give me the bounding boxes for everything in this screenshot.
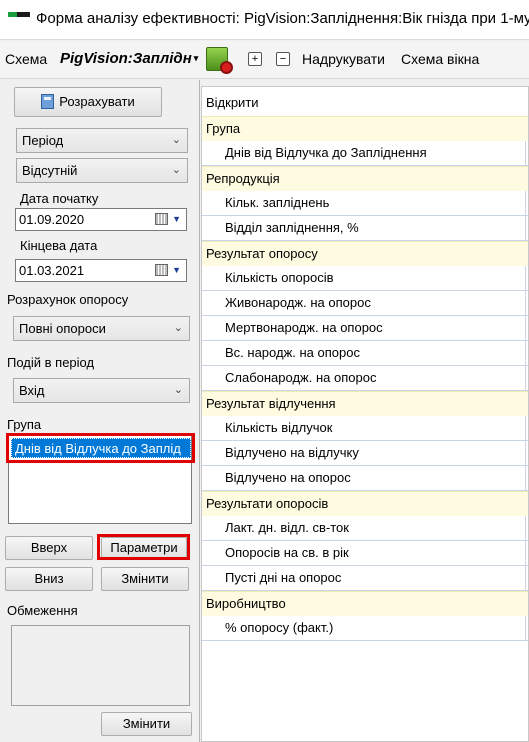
tree-parameter-item[interactable]: Слабонародж. на опорос	[202, 366, 528, 391]
tree-item-label: Опоросів на св. в рік	[225, 545, 349, 560]
toolbar: Схема PigVision:Заплідн ▾ + − Надрукувати…	[0, 41, 529, 79]
tree-parameter-item[interactable]: Днів від Відлучка до Запліднення	[202, 141, 528, 166]
end-date-label: Кінцева дата	[20, 238, 98, 253]
tree-group-header[interactable]: Результат опоросу	[202, 241, 528, 266]
chevron-down-icon: ⌄	[173, 322, 183, 334]
app-logo-icon	[8, 12, 30, 24]
tree-parameter-item[interactable]: Живонародж. на опорос	[202, 291, 528, 316]
up-button[interactable]: Вверх	[5, 536, 93, 560]
tree-group-header[interactable]: Результат відлучення	[202, 391, 528, 416]
down-button[interactable]: Вниз	[5, 567, 93, 591]
tree-item-label: Слабонародж. на опорос	[225, 370, 377, 385]
tree-parameter-item[interactable]: Відлучено на опорос	[202, 466, 528, 491]
events-select-value: Вхід	[19, 383, 45, 398]
chevron-down-icon: ▾	[193, 53, 199, 63]
tree-item-label: Кількість опоросів	[225, 270, 334, 285]
open-item[interactable]: Відкрити	[202, 91, 528, 116]
events-select[interactable]: Вхід ⌄	[13, 378, 190, 403]
right-panel: Відкрити Група Днів від Відлучка до Заплі…	[199, 80, 529, 742]
left-panel: Розрахувати Період ⌄ Відсутній ⌄ Дата по…	[0, 80, 198, 742]
tree-parameter-item[interactable]: Опоросів на св. в рік	[202, 541, 528, 566]
highlight-box-parameters	[97, 534, 190, 560]
tree-item-label: Кількість відлучок	[225, 420, 333, 435]
period-select-value: Період	[22, 133, 64, 148]
tree-item-label: Кільк. запліднень	[225, 195, 330, 210]
dropdown-arrow-icon[interactable]: ▼	[172, 260, 181, 281]
tree-item-label: Відлучено на опорос	[225, 470, 351, 485]
highlight-box-group	[6, 433, 195, 463]
absent-select-value: Відсутній	[22, 163, 78, 178]
tree-parameter-item[interactable]: Відлучено на відлучку	[202, 441, 528, 466]
tree-item-label: Вс. народж. на опорос	[225, 345, 360, 360]
tree-item-label: Живонародж. на опорос	[225, 295, 371, 310]
calculate-report-icon[interactable]	[206, 45, 234, 75]
tree-item-label: Лакт. дн. відл. св-ток	[225, 520, 349, 535]
window-title: Форма аналізу ефективності: PigVision:За…	[36, 10, 529, 27]
end-date-field[interactable]: 01.03.2021 ▼	[15, 259, 187, 282]
tree-group-header[interactable]: Група	[202, 116, 528, 141]
parameters-tree: Відкрити Група Днів від Відлучка до Заплі…	[201, 86, 529, 742]
print-button[interactable]: Надрукувати	[302, 51, 385, 67]
farrow-calc-label: Розрахунок опоросу	[7, 292, 129, 307]
change-group-button[interactable]: Змінити	[101, 567, 189, 591]
limits-listbox[interactable]	[11, 625, 190, 706]
limits-label: Обмеження	[7, 603, 78, 618]
gear-icon	[220, 61, 233, 74]
tree-group-header[interactable]: Результати опоросів	[202, 491, 528, 516]
collapse-all-button[interactable]: −	[276, 52, 290, 66]
tree-item-label: Днів від Відлучка до Запліднення	[225, 145, 427, 160]
tree-parameter-item[interactable]: % опоросу (факт.)	[202, 616, 528, 641]
calculate-label: Розрахувати	[59, 94, 135, 109]
dropdown-arrow-icon[interactable]: ▼	[172, 209, 181, 230]
tree-item-label: Пусті дні на опорос	[225, 570, 342, 585]
tree-parameter-item[interactable]: Кількість опоросів	[202, 266, 528, 291]
tree-item-label: Відлучено на відлучку	[225, 445, 359, 460]
absent-select[interactable]: Відсутній ⌄	[16, 158, 188, 183]
tree-parameter-item[interactable]: Лакт. дн. відл. св-ток	[202, 516, 528, 541]
tree-parameter-item[interactable]: Вс. народж. на опорос	[202, 341, 528, 366]
chevron-down-icon: ⌄	[171, 134, 181, 146]
calendar-icon[interactable]	[155, 213, 168, 225]
calendar-icon[interactable]	[155, 264, 168, 276]
chevron-down-icon: ⌄	[171, 164, 181, 176]
window-schema-button[interactable]: Схема вікна	[401, 51, 479, 67]
schema-menu[interactable]: Схема	[5, 51, 47, 67]
farrow-calc-value: Повні опороси	[19, 321, 106, 336]
tree-parameter-item[interactable]: Відділ запліднення, %	[202, 216, 528, 241]
start-date-value: 01.09.2020	[19, 212, 85, 227]
report-name: PigVision:Заплідн	[60, 50, 192, 67]
group-label: Група	[7, 417, 42, 432]
events-label: Подій в період	[7, 355, 95, 370]
calculate-button[interactable]: Розрахувати	[14, 87, 162, 117]
title-bar: Форма аналізу ефективності: PigVision:За…	[0, 0, 529, 40]
expand-all-button[interactable]: +	[248, 52, 262, 66]
calculator-icon	[41, 94, 55, 109]
tree-parameter-item[interactable]: Кільк. запліднень	[202, 191, 528, 216]
period-select[interactable]: Період ⌄	[16, 128, 188, 153]
tree-group-header[interactable]: Репродукція	[202, 166, 528, 191]
start-date-label: Дата початку	[20, 191, 99, 206]
tree-parameter-item[interactable]: Пусті дні на опорос	[202, 566, 528, 591]
tree-item-label: Відділ запліднення, %	[225, 220, 359, 235]
change-limits-button[interactable]: Змінити	[101, 712, 192, 736]
end-date-value: 01.03.2021	[19, 263, 85, 278]
start-date-field[interactable]: 01.09.2020 ▼	[15, 208, 187, 231]
tree-item-label: % опоросу (факт.)	[225, 620, 334, 635]
farrow-calc-select[interactable]: Повні опороси ⌄	[13, 316, 190, 341]
tree-parameter-item[interactable]: Кількість відлучок	[202, 416, 528, 441]
tree-group-header[interactable]: Виробництво	[202, 591, 528, 616]
report-dropdown[interactable]: PigVision:Заплідн ▾	[60, 50, 198, 67]
tree-item-label: Мертвонародж. на опорос	[225, 320, 383, 335]
tree-parameter-item[interactable]: Мертвонародж. на опорос	[202, 316, 528, 341]
chevron-down-icon: ⌄	[173, 384, 183, 396]
